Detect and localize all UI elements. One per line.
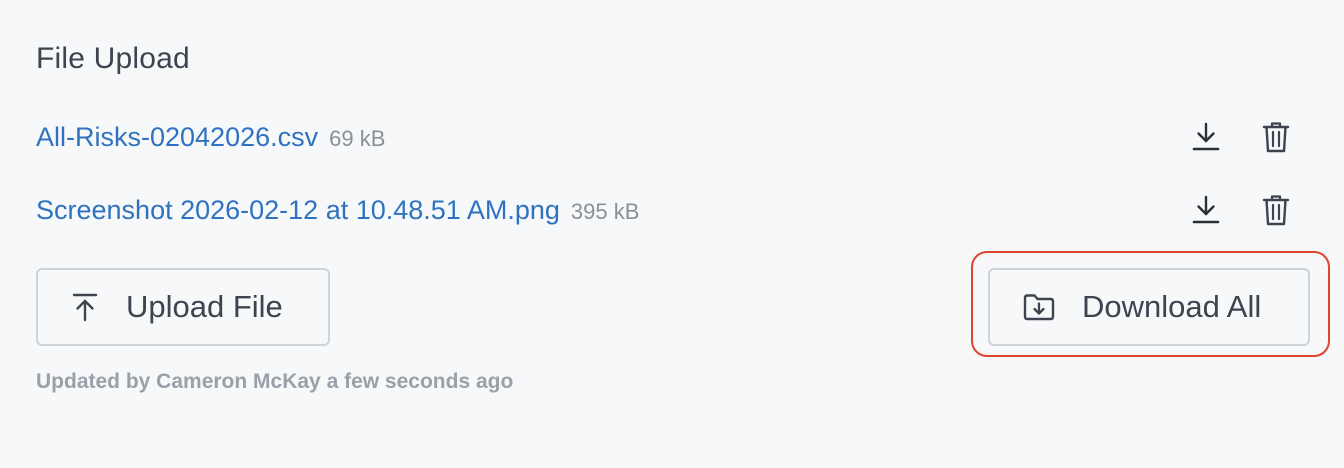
file-row-actions [1188, 190, 1294, 230]
folder-download-icon [1022, 292, 1056, 322]
trash-icon[interactable] [1258, 190, 1294, 230]
download-all-button[interactable]: Download All [988, 268, 1310, 346]
download-icon[interactable] [1188, 190, 1224, 230]
updated-status-text: Updated by Cameron McKay a few seconds a… [36, 370, 514, 393]
upload-arrow-icon [72, 292, 98, 322]
upload-file-button[interactable]: Upload File [36, 268, 330, 346]
download-icon[interactable] [1188, 117, 1224, 157]
file-row: Screenshot 2026-02-12 at 10.48.51 AM.png… [36, 188, 1304, 232]
upload-file-label: Upload File [126, 289, 283, 324]
file-row-actions [1188, 117, 1294, 157]
file-size: 395 kB [570, 198, 640, 224]
section-title: File Upload [36, 42, 190, 75]
file-upload-panel: File Upload All-Risks-02042026.csv 69 kB [0, 0, 1344, 468]
trash-icon[interactable] [1258, 117, 1294, 157]
file-row: All-Risks-02042026.csv 69 kB [36, 115, 1304, 159]
file-link[interactable]: Screenshot 2026-02-12 at 10.48.51 AM.png [36, 195, 560, 226]
download-all-label: Download All [1082, 289, 1262, 324]
file-size: 69 kB [329, 125, 386, 151]
file-link[interactable]: All-Risks-02042026.csv [36, 122, 318, 153]
